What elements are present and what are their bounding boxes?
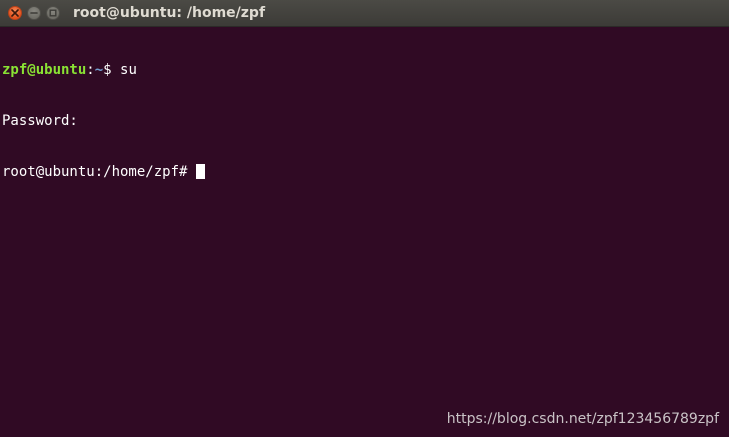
close-icon [11, 9, 19, 17]
minimize-button[interactable] [27, 6, 41, 20]
root-prompt: root@ubuntu:/home/zpf# [2, 164, 196, 180]
prompt-user-host: zpf@ubuntu [2, 62, 87, 78]
text-cursor [195, 164, 205, 179]
password-prompt: Password: [2, 113, 78, 129]
close-button[interactable] [8, 6, 22, 20]
terminal-line: Password: [2, 113, 729, 130]
terminal-line: root@ubuntu:/home/zpf# [2, 164, 729, 181]
prompt-path: ~ [94, 62, 104, 78]
prompt-symbol: $ [103, 62, 121, 78]
command-text: su [120, 62, 137, 78]
terminal-output[interactable]: zpf@ubuntu:~$ su Password: root@ubuntu:/… [2, 28, 729, 437]
watermark: https://blog.csdn.net/zpf123456789zpf [446, 411, 719, 427]
maximize-icon [49, 9, 57, 17]
minimize-icon [30, 12, 38, 14]
window-title: root@ubuntu: /home/zpf [73, 5, 266, 21]
title-bar[interactable]: root@ubuntu: /home/zpf [0, 0, 729, 27]
terminal-line: zpf@ubuntu:~$ su [2, 62, 729, 79]
prompt-colon: : [86, 62, 95, 78]
maximize-button[interactable] [46, 6, 60, 20]
terminal-window: root@ubuntu: /home/zpf zpf@ubuntu:~$ su … [0, 0, 729, 437]
